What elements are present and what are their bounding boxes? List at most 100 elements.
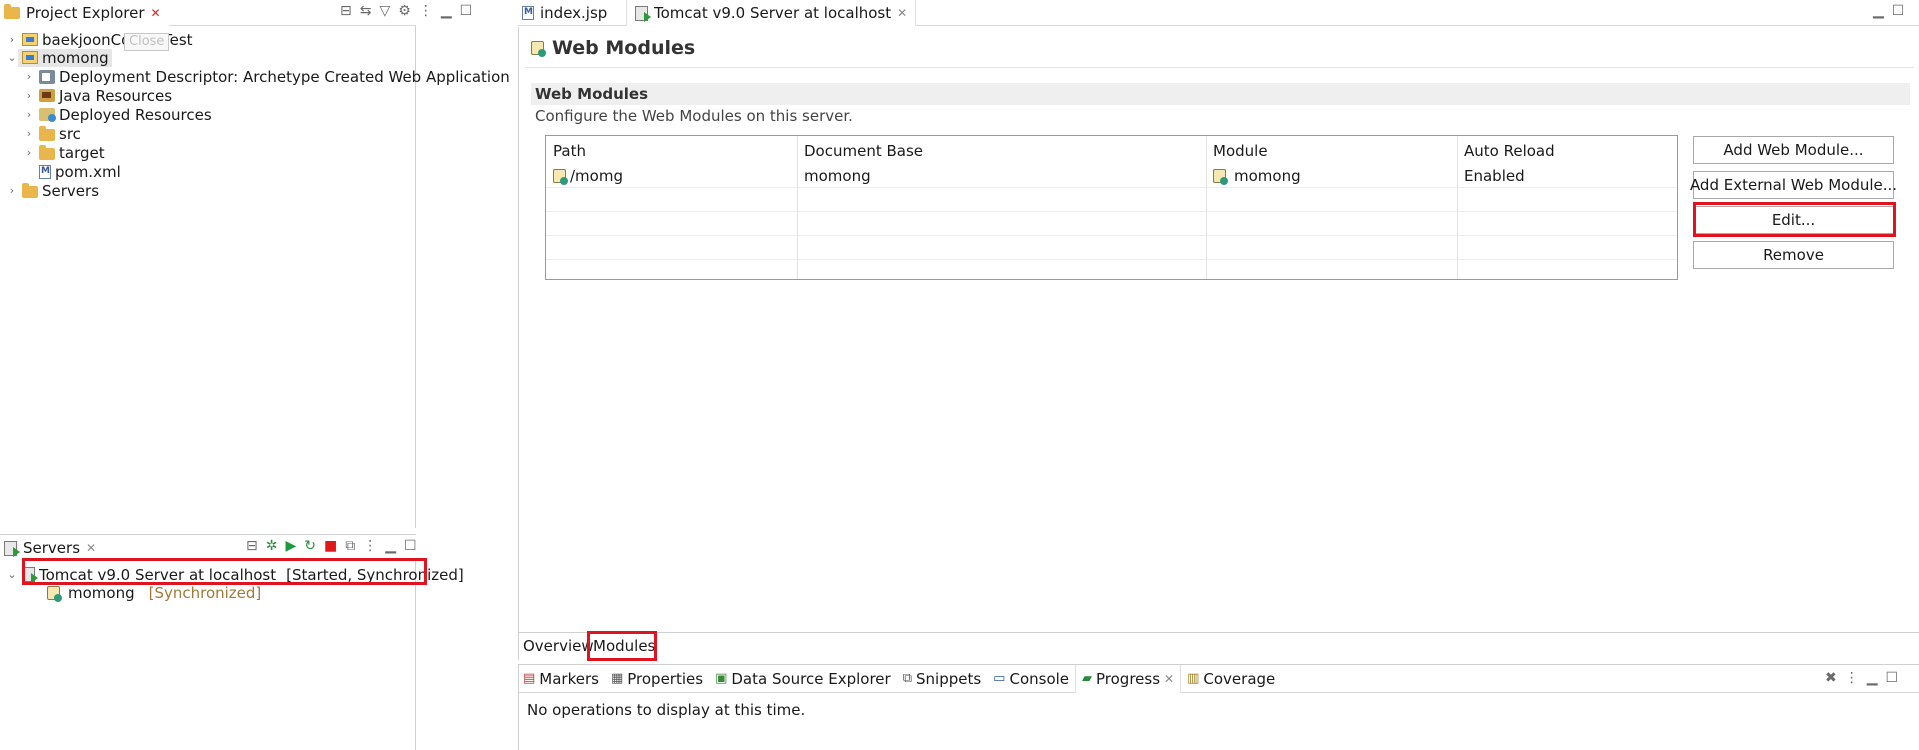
tab-label: Properties: [627, 669, 704, 688]
remove-all-icon[interactable]: ✖: [1825, 670, 1837, 686]
chevron-right-icon[interactable]: ›: [6, 33, 18, 46]
profile-icon[interactable]: ↻: [304, 538, 316, 554]
row-divider: [546, 259, 1677, 260]
servers-title: Servers: [23, 539, 81, 557]
maven-file-icon: [39, 164, 51, 179]
chevron-right-icon[interactable]: ›: [6, 184, 18, 197]
link-with-editor-icon[interactable]: ⇆: [360, 3, 372, 19]
module-name: momong: [68, 583, 135, 602]
chevron-down-icon[interactable]: ⌄: [6, 568, 18, 581]
chevron-right-icon[interactable]: ›: [23, 146, 35, 159]
tab-console[interactable]: ▭ Console: [987, 670, 1075, 688]
bottom-panel-toolbar: ✖ ⋮ ▁ ☐: [1825, 670, 1898, 686]
tree-item-label: Deployment Descriptor: Archetype Created…: [59, 67, 510, 86]
tab-data-source-explorer[interactable]: ▣ Data Source Explorer: [709, 670, 897, 688]
column-header-auto-reload[interactable]: Auto Reload: [1464, 139, 1555, 162]
server-row-highlight: [22, 558, 427, 585]
close-icon[interactable]: ✕: [86, 541, 96, 555]
cell-path: /momg: [570, 166, 623, 185]
tree-item-label: momong: [42, 48, 109, 67]
close-icon[interactable]: ✕: [1164, 672, 1174, 686]
page-header-divider: [525, 67, 1914, 68]
modules-tab-highlight: [587, 631, 657, 661]
tree-item-label: Java Resources: [59, 86, 173, 105]
view-menu-icon[interactable]: ⋮: [363, 538, 377, 554]
filter-icon[interactable]: ▽: [379, 3, 390, 19]
tab-index-jsp[interactable]: index.jsp: [518, 0, 615, 26]
servers-toolbar: ⊟ ✲ ▶ ↻ ■ ⧉ ⋮ ▁ ☐: [246, 538, 417, 554]
tab-snippets[interactable]: ⧉ Snippets: [897, 670, 987, 688]
editor-tab-label: Tomcat v9.0 Server at localhost: [654, 4, 892, 22]
row-divider: [546, 235, 1677, 236]
minimize-icon[interactable]: ▁: [1873, 3, 1884, 19]
tab-label: Coverage: [1203, 669, 1276, 688]
tab-markers[interactable]: ▤ Markers: [519, 670, 605, 688]
chevron-down-icon[interactable]: ⌄: [6, 51, 18, 64]
add-external-web-module-button[interactable]: Add External Web Module...: [1690, 171, 1897, 199]
maximize-icon[interactable]: ☐: [460, 3, 473, 19]
tree-item-servers[interactable]: › Servers: [6, 179, 99, 202]
collapse-all-icon[interactable]: ⊟: [246, 538, 258, 554]
view-menu-icon[interactable]: ⋮: [1845, 670, 1859, 686]
data-source-icon: ▣: [715, 671, 728, 686]
section-description: Configure the Web Modules on this server…: [535, 107, 853, 125]
cell-document-base[interactable]: momong: [804, 164, 871, 187]
row-divider: [546, 211, 1677, 212]
tab-tomcat-server[interactable]: Tomcat v9.0 Server at localhost ✕: [626, 0, 917, 26]
edit-button-highlight: [1693, 202, 1896, 237]
web-modules-table[interactable]: Path Document Base Module Auto Reload /m…: [545, 135, 1678, 280]
tab-project-explorer[interactable]: Project Explorer ✕: [0, 0, 169, 26]
progress-icon: ▰: [1082, 671, 1093, 686]
minimize-icon[interactable]: ▁: [1867, 670, 1878, 686]
project-explorer-tabbar: Project Explorer ✕ ⊟ ⇆ ▽ ⚙ ⋮ ▁ ☐: [0, 0, 472, 26]
maximize-icon[interactable]: ☐: [404, 538, 417, 554]
close-icon[interactable]: ✕: [151, 6, 161, 20]
table-row[interactable]: /momg: [553, 164, 623, 187]
tab-progress[interactable]: ▰ Progress ✕: [1075, 664, 1182, 693]
view-menu-icon[interactable]: ⋮: [419, 3, 433, 19]
progress-message: No operations to display at this time.: [527, 701, 806, 719]
tree-item-label: Servers: [42, 181, 100, 200]
chevron-right-icon[interactable]: ›: [23, 70, 35, 83]
column-header-path[interactable]: Path: [553, 139, 586, 162]
tree-item-label: src: [59, 124, 81, 143]
page-header: Web Modules: [527, 37, 695, 59]
project-explorer-icon: [4, 4, 20, 19]
server-editor-icon: [635, 5, 651, 22]
remove-button[interactable]: Remove: [1693, 241, 1894, 269]
maximize-icon[interactable]: ☐: [1892, 3, 1905, 19]
add-web-module-button[interactable]: Add Web Module...: [1693, 136, 1894, 164]
close-tooltip: Close: [124, 33, 170, 51]
start-icon[interactable]: ▶: [285, 538, 296, 554]
cell-auto-reload[interactable]: Enabled: [1464, 164, 1525, 187]
stop-icon[interactable]: ■: [324, 538, 337, 554]
editor-tabbar: index.jsp Tomcat v9.0 Server at localhos…: [518, 0, 1919, 26]
debug-icon[interactable]: ✲: [266, 538, 278, 554]
tab-coverage[interactable]: ▥ Coverage: [1181, 670, 1281, 688]
column-header-document-base[interactable]: Document Base: [804, 139, 923, 162]
column-divider: [1206, 136, 1207, 279]
web-module-icon: [1213, 168, 1228, 185]
tab-label: Data Source Explorer: [731, 669, 891, 688]
minimize-icon[interactable]: ▁: [441, 3, 452, 19]
cell-module-wrap[interactable]: momong: [1213, 164, 1301, 187]
chevron-right-icon[interactable]: ›: [23, 108, 35, 121]
close-icon[interactable]: ✕: [897, 6, 907, 20]
web-module-icon: [47, 585, 62, 602]
maximize-icon[interactable]: ☐: [1886, 670, 1899, 686]
coverage-icon: ▥: [1187, 671, 1200, 686]
tab-label: Console: [1009, 669, 1070, 688]
tab-properties[interactable]: ▦ Properties: [605, 670, 709, 688]
column-header-module[interactable]: Module: [1213, 139, 1268, 162]
markers-icon: ▤: [523, 671, 536, 686]
focus-icon[interactable]: ⚙: [398, 3, 411, 19]
tab-overview[interactable]: Overview: [523, 637, 594, 655]
chevron-right-icon[interactable]: ›: [23, 127, 35, 140]
folder-icon: [22, 182, 38, 198]
minimize-icon[interactable]: ▁: [385, 538, 396, 554]
publish-icon[interactable]: ⧉: [345, 538, 355, 554]
web-project-icon: [22, 51, 38, 64]
chevron-right-icon[interactable]: ›: [23, 89, 35, 102]
web-modules-icon: [531, 41, 546, 57]
collapse-all-icon[interactable]: ⊟: [340, 3, 352, 19]
